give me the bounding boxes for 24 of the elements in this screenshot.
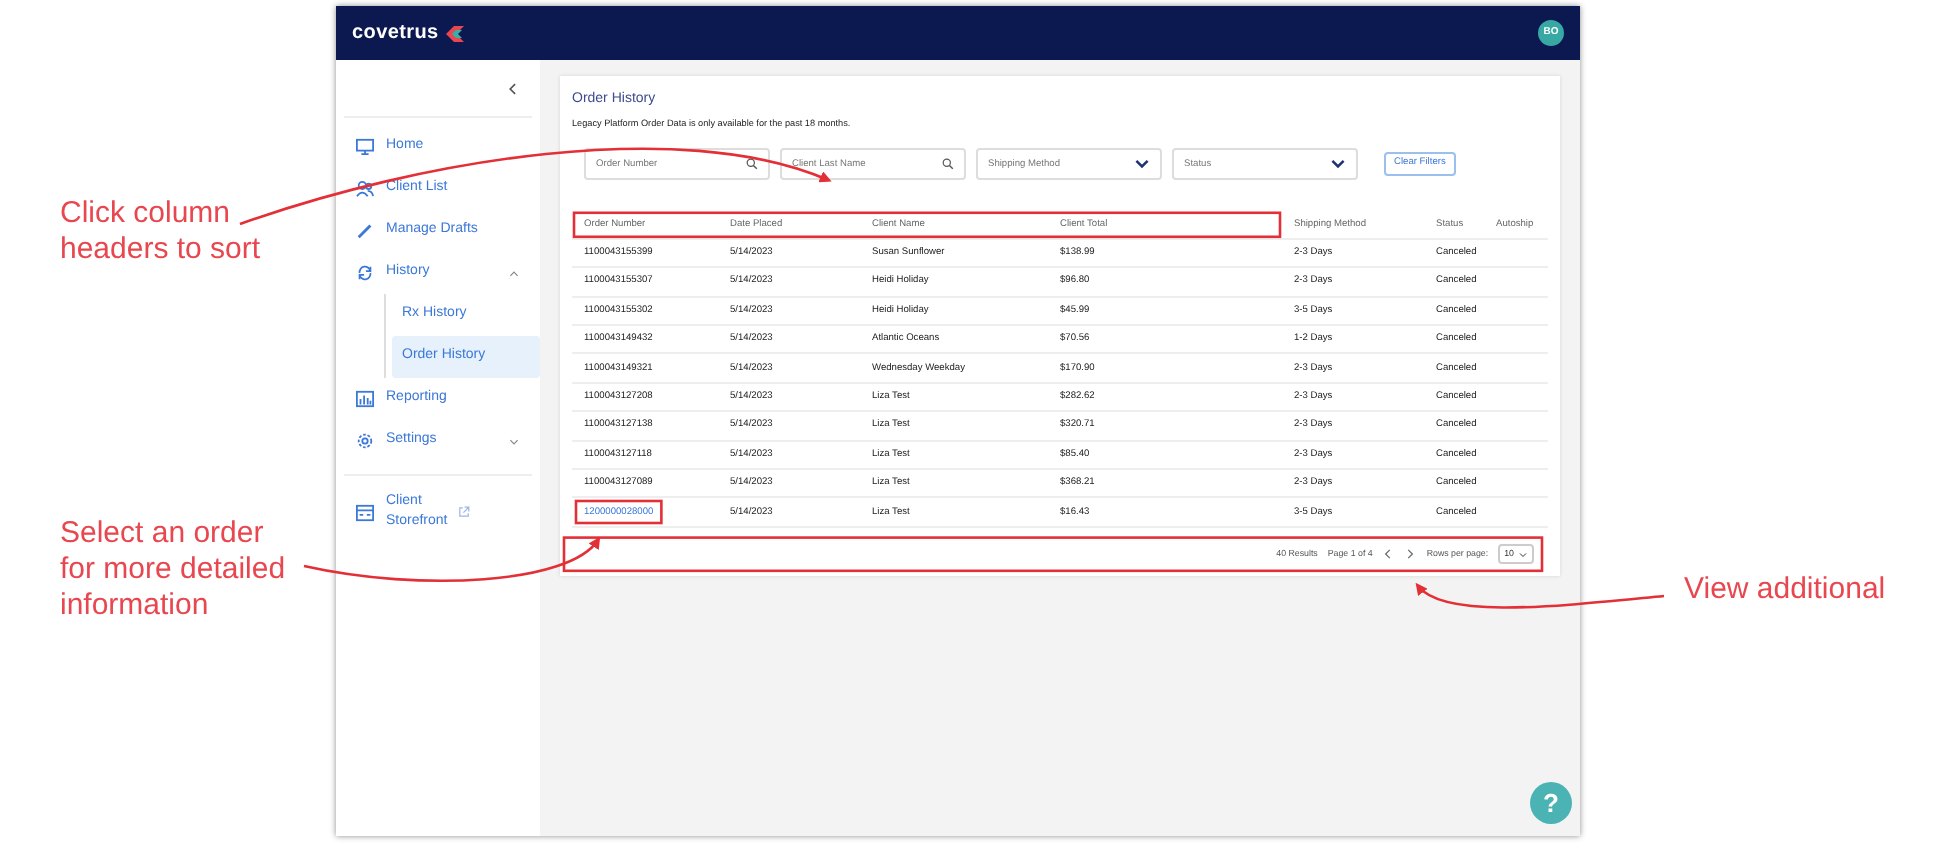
logo-text: covetrus — [352, 20, 439, 48]
gear-icon — [356, 432, 374, 450]
next-page-icon[interactable] — [1404, 548, 1417, 561]
monitor-icon — [356, 138, 374, 156]
callout-text: Select an order for more detailed information — [60, 516, 288, 624]
collapse-chevron-icon — [506, 81, 520, 95]
logo-icon — [446, 25, 465, 41]
chevron-down-icon — [1518, 549, 1528, 560]
caret-down-icon — [508, 435, 520, 447]
refresh-icon — [356, 264, 374, 282]
caret-up-icon — [508, 267, 520, 279]
highlight-frame — [574, 499, 663, 525]
search-icon — [942, 158, 954, 171]
storefront-icon — [356, 503, 374, 521]
previous-page-icon[interactable] — [1382, 548, 1395, 561]
people-icon — [356, 180, 374, 198]
search-icon — [746, 158, 758, 171]
callout-text: Click column headers to sort — [60, 196, 263, 268]
bar-chart-icon — [356, 390, 374, 408]
chevron-down-icon — [1134, 156, 1150, 173]
external-link-icon — [458, 506, 470, 518]
callout-text: View additional — [1684, 572, 1888, 608]
chevron-down-icon — [1330, 156, 1346, 173]
pencil-icon — [356, 222, 374, 240]
